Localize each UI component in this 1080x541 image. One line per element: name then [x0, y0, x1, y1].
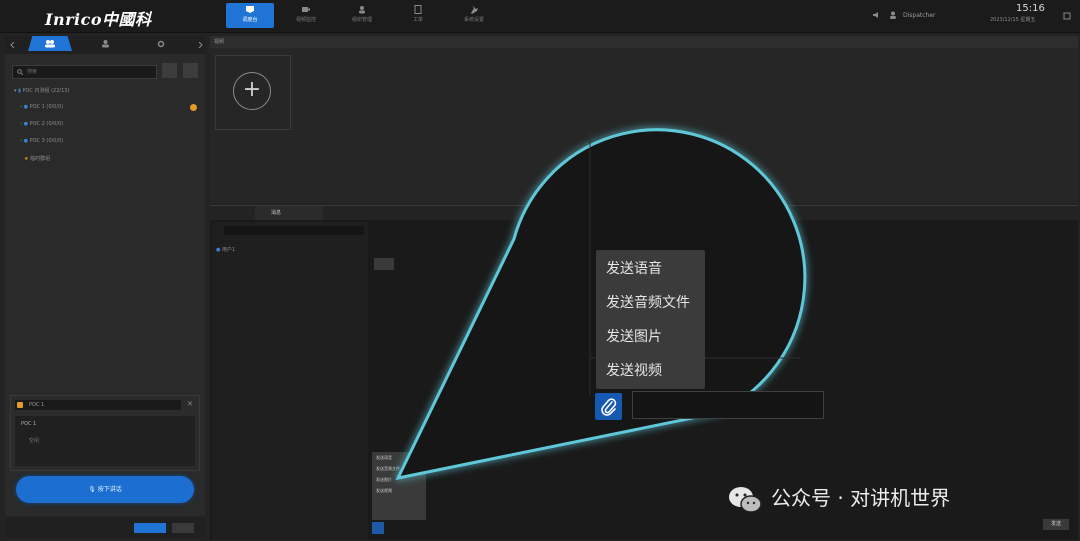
send-audio-file-menu-item[interactable]: 发送音频文件 [596, 286, 705, 320]
zoom-callout [395, 128, 807, 481]
watermark-text: 公众号 · 对讲机世界 [771, 486, 951, 510]
paperclip-icon [601, 398, 617, 416]
watermark: 公众号 · 对讲机世界 [727, 482, 950, 514]
wechat-icon [729, 486, 762, 513]
send-video-menu-item[interactable]: 发送视频 [596, 354, 705, 388]
message-input[interactable] [632, 391, 824, 419]
send-voice-menu-item[interactable]: 发送语音 [596, 252, 705, 286]
send-image-menu-item[interactable]: 发送图片 [596, 320, 705, 354]
attach-popup-menu: 发送语音 发送音频文件 发送图片 发送视频 [596, 250, 705, 389]
attach-button[interactable] [595, 393, 622, 420]
